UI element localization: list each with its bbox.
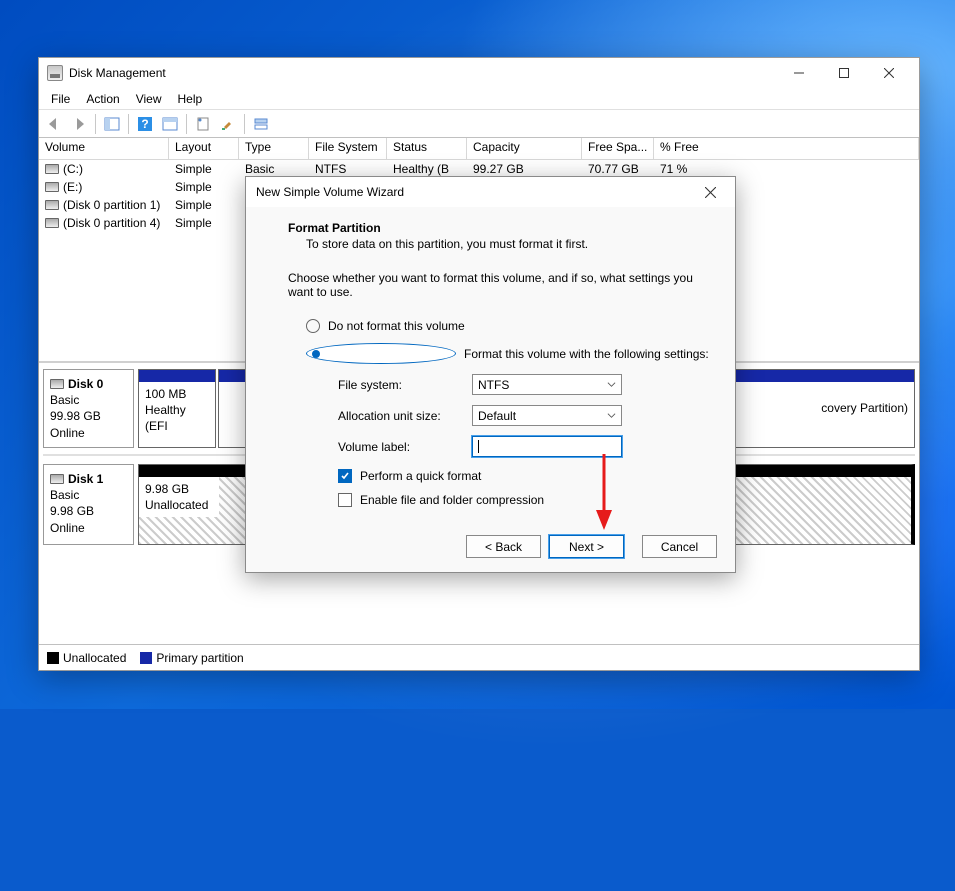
volume-icon bbox=[45, 218, 59, 228]
label-volume-label: Volume label: bbox=[338, 440, 472, 454]
close-button[interactable] bbox=[866, 59, 911, 87]
label-allocation-unit-size: Allocation unit size: bbox=[338, 409, 472, 423]
chevron-down-icon bbox=[607, 411, 616, 420]
new-simple-volume-wizard: New Simple Volume Wizard Format Partitio… bbox=[245, 176, 736, 573]
properties-icon[interactable] bbox=[192, 113, 214, 135]
checkbox-compression[interactable]: Enable file and folder compression bbox=[338, 493, 711, 507]
back-button[interactable]: < Back bbox=[466, 535, 541, 558]
col-volume[interactable]: Volume bbox=[39, 138, 169, 159]
maximize-button[interactable] bbox=[821, 59, 866, 87]
checkbox-quick-format[interactable]: Perform a quick format bbox=[338, 469, 711, 483]
legend: Unallocated Primary partition bbox=[39, 644, 919, 670]
cancel-button[interactable]: Cancel bbox=[642, 535, 717, 558]
col-pctfree[interactable]: % Free bbox=[654, 138, 919, 159]
disk-info[interactable]: Disk 0 Basic 99.98 GB Online bbox=[43, 369, 134, 448]
file-system-select[interactable]: NTFS bbox=[472, 374, 622, 395]
dialog-title: New Simple Volume Wizard bbox=[256, 185, 695, 199]
dialog-intro: Choose whether you want to format this v… bbox=[288, 271, 693, 299]
window-title: Disk Management bbox=[69, 66, 776, 80]
dialog-titlebar[interactable]: New Simple Volume Wizard bbox=[246, 177, 735, 207]
dialog-heading: Format Partition bbox=[288, 221, 711, 235]
list-header: Volume Layout Type File System Status Ca… bbox=[39, 138, 919, 160]
next-button[interactable]: Next > bbox=[549, 535, 624, 558]
radio-selected-icon bbox=[306, 343, 456, 364]
app-icon bbox=[47, 65, 63, 81]
partition-stripe bbox=[139, 370, 215, 382]
svg-text:?: ? bbox=[141, 117, 148, 131]
allocation-unit-select[interactable]: Default bbox=[472, 405, 622, 426]
chevron-down-icon bbox=[607, 380, 616, 389]
dialog-close-button[interactable] bbox=[695, 178, 725, 206]
text-caret bbox=[478, 440, 479, 453]
view-toggle-icon[interactable] bbox=[250, 113, 272, 135]
menu-view[interactable]: View bbox=[128, 90, 170, 108]
radio-unselected-icon bbox=[306, 319, 320, 333]
disk-icon bbox=[50, 379, 64, 389]
menu-file[interactable]: File bbox=[43, 90, 78, 108]
volume-label-input[interactable] bbox=[472, 436, 622, 457]
checkbox-unchecked-icon bbox=[338, 493, 352, 507]
menubar: File Action View Help bbox=[39, 88, 919, 110]
forward-icon[interactable] bbox=[68, 113, 90, 135]
help-icon[interactable]: ? bbox=[134, 113, 156, 135]
col-freespace[interactable]: Free Spa... bbox=[582, 138, 654, 159]
refresh-icon[interactable] bbox=[159, 113, 181, 135]
minimize-button[interactable] bbox=[776, 59, 821, 87]
col-filesystem[interactable]: File System bbox=[309, 138, 387, 159]
volume-icon bbox=[45, 164, 59, 174]
volume-icon bbox=[45, 182, 59, 192]
back-icon[interactable] bbox=[43, 113, 65, 135]
option-format-with-settings[interactable]: Format this volume with the following se… bbox=[306, 343, 711, 364]
checkbox-checked-icon bbox=[338, 469, 352, 483]
disk-icon bbox=[50, 474, 64, 484]
col-layout[interactable]: Layout bbox=[169, 138, 239, 159]
dialog-subheading: To store data on this partition, you mus… bbox=[306, 237, 711, 251]
partition[interactable]: 100 MBHealthy (EFI bbox=[138, 369, 216, 448]
disk-info[interactable]: Disk 1 Basic 9.98 GB Online bbox=[43, 464, 134, 545]
menu-action[interactable]: Action bbox=[78, 90, 127, 108]
legend-swatch-unallocated bbox=[47, 652, 59, 664]
volume-icon bbox=[45, 200, 59, 210]
label-file-system: File system: bbox=[338, 378, 472, 392]
titlebar[interactable]: Disk Management bbox=[39, 58, 919, 88]
col-status[interactable]: Status bbox=[387, 138, 467, 159]
toolbar: ? bbox=[39, 110, 919, 138]
option-do-not-format[interactable]: Do not format this volume bbox=[306, 319, 711, 333]
col-capacity[interactable]: Capacity bbox=[467, 138, 582, 159]
settings-icon[interactable] bbox=[217, 113, 239, 135]
legend-swatch-primary bbox=[140, 652, 152, 664]
col-type[interactable]: Type bbox=[239, 138, 309, 159]
show-hide-icon[interactable] bbox=[101, 113, 123, 135]
menu-help[interactable]: Help bbox=[170, 90, 211, 108]
